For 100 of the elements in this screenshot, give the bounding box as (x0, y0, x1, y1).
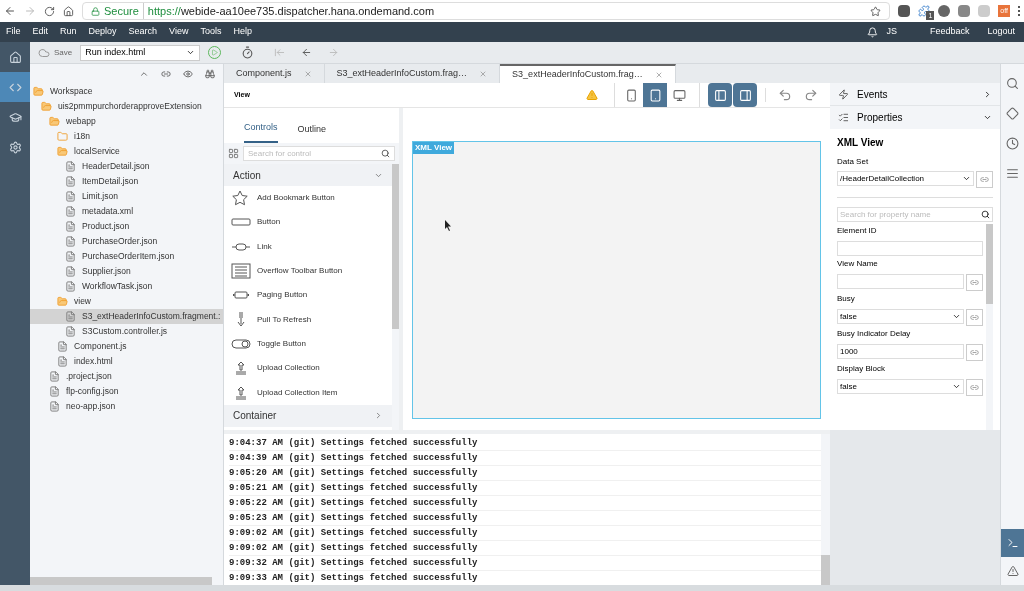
tree-item[interactable]: PurchaseOrder.json (30, 234, 223, 249)
input-field[interactable] (837, 274, 964, 289)
section-header[interactable]: Container (224, 404, 392, 427)
tree-item[interactable]: webapp (30, 114, 223, 129)
console-line: 9:04:37 AM (git) Settings fetched successfully (229, 436, 821, 451)
select-field[interactable]: false (837, 309, 964, 324)
tree-item[interactable]: Supplier.json (30, 264, 223, 279)
notification-icon[interactable] (867, 26, 879, 38)
palette-item[interactable]: Button (224, 210, 392, 235)
vertical-scrollbar[interactable] (821, 434, 830, 585)
address-bar[interactable]: Secure https://webide-aa10ee735.dispatcher.hana.ondemand.com (82, 2, 891, 20)
tree-item[interactable]: Workspace (30, 84, 223, 99)
menu-item[interactable]: Tools (194, 25, 228, 39)
horizontal-scrollbar[interactable] (30, 577, 212, 585)
binding-button[interactable] (976, 171, 993, 188)
menu-item[interactable]: File (0, 25, 27, 39)
tree-item[interactable]: metadata.xml (30, 204, 223, 219)
vertical-scrollbar[interactable] (986, 224, 993, 430)
close-icon[interactable] (303, 69, 312, 78)
right-panel-toggle[interactable] (733, 83, 757, 107)
menu-item[interactable]: Search (122, 25, 164, 39)
close-icon[interactable] (654, 70, 663, 79)
tree-item[interactable]: S3_extHeaderInfoCustom.fragment.: (30, 309, 223, 324)
palette-item[interactable]: Pull To Refresh (224, 307, 392, 332)
tree-item[interactable]: neo-app.json (30, 399, 223, 414)
palette-item[interactable]: Paging Button (224, 283, 392, 308)
palette-item[interactable]: Link (224, 234, 392, 259)
tree-item[interactable]: Limit.json (30, 189, 223, 204)
palette-item[interactable]: Upload Collection (224, 356, 392, 381)
tree-item[interactable]: S3Custom.controller.js (30, 324, 223, 339)
palette-item[interactable]: Upload Collection Item (224, 380, 392, 405)
section-header[interactable]: Action (224, 164, 392, 186)
menu-item[interactable]: Help (227, 25, 258, 39)
tree-item[interactable]: WorkflowTask.json (30, 279, 223, 294)
menu-item[interactable]: Edit (26, 25, 55, 39)
extension-icon[interactable] (918, 5, 931, 17)
tree-item[interactable]: PurchaseOrderItem.json (30, 249, 223, 264)
home-icon[interactable] (63, 5, 74, 17)
console-pane-button[interactable] (1001, 529, 1024, 557)
collapse-icon[interactable] (139, 69, 149, 79)
palette-item[interactable]: Add Bookmark Button (224, 186, 392, 211)
left-panel-toggle[interactable] (708, 83, 732, 107)
binding-button[interactable] (966, 274, 983, 291)
tree-item[interactable]: .project.json (30, 369, 223, 384)
select-field[interactable]: false (837, 379, 964, 394)
vertical-scrollbar[interactable] (392, 164, 399, 430)
tablet-view-button[interactable] (643, 83, 667, 107)
link-icon (970, 348, 979, 357)
menu-item[interactable]: Deploy (82, 25, 123, 39)
extension-icon[interactable] (958, 5, 971, 17)
properties-header[interactable]: Properties (830, 106, 1000, 129)
tree-item[interactable]: index.html (30, 354, 223, 369)
editor-tab[interactable]: S3_extHeaderInfoCustom.frag… (500, 64, 676, 83)
extension-icon[interactable] (898, 5, 911, 17)
file-icon (57, 356, 68, 367)
tree-item[interactable]: uis2pmmpurchorderapproveExtension (30, 99, 223, 114)
back-icon[interactable] (301, 47, 313, 58)
tree-item[interactable]: Product.json (30, 219, 223, 234)
tree-item[interactable]: flp-config.json (30, 384, 223, 399)
close-icon[interactable] (479, 69, 488, 78)
grid-icon[interactable] (228, 148, 239, 159)
tree-item[interactable]: HeaderDetail.json (30, 159, 223, 174)
palette-item[interactable]: Toggle Button (224, 331, 392, 357)
folder-icon (41, 101, 52, 112)
data-set-select[interactable]: /HeaderDetailCollection (837, 171, 974, 186)
binding-button[interactable] (966, 309, 983, 326)
input-field[interactable]: 1000 (837, 344, 964, 359)
menu-link[interactable]: Feedback (920, 25, 979, 39)
tree-item[interactable]: localService (30, 144, 223, 159)
input-field[interactable] (837, 241, 983, 256)
link-icon[interactable] (161, 69, 171, 79)
tree-item[interactable]: view (30, 294, 223, 309)
outline-icon (1006, 166, 1019, 180)
binding-button[interactable] (966, 344, 983, 361)
bookmark-icon[interactable] (870, 5, 882, 17)
run-config-select[interactable]: Run index.html (80, 44, 201, 61)
binoculars-icon[interactable] (205, 69, 215, 79)
extension-icon[interactable] (938, 5, 951, 17)
user-initials[interactable]: JS (886, 25, 897, 39)
warning-icon[interactable] (586, 89, 598, 101)
menu-item[interactable]: Run (54, 25, 83, 39)
save-button[interactable]: Save (38, 46, 73, 59)
palette-item[interactable]: Overflow Toolbar Button (224, 258, 392, 284)
menu-item[interactable]: View (163, 25, 195, 39)
timer-icon[interactable] (241, 46, 255, 59)
code-rail-button[interactable] (0, 72, 30, 102)
back-icon[interactable] (4, 5, 16, 17)
redo-icon[interactable] (804, 88, 818, 102)
tree-item[interactable]: ItemDetail.json (30, 174, 223, 189)
tree-item[interactable]: i18n (30, 129, 223, 144)
eye-icon[interactable] (183, 69, 193, 79)
cursor-icon (445, 220, 452, 231)
menu-link[interactable]: Logout (978, 25, 1024, 39)
reload-icon[interactable] (44, 5, 55, 17)
palette-tab[interactable]: Outline (297, 122, 327, 143)
checklist-icon (838, 112, 849, 123)
binding-button[interactable] (966, 379, 983, 396)
tree-item[interactable]: Component.js (30, 339, 223, 354)
chevron-down-icon (952, 382, 961, 391)
undo-icon[interactable] (778, 88, 792, 102)
